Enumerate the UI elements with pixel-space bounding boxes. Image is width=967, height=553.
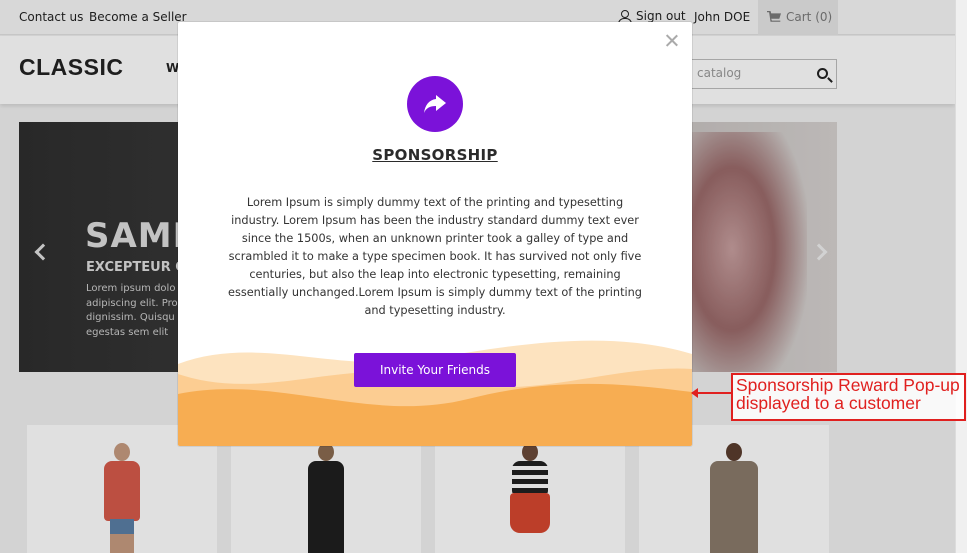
- close-icon[interactable]: [664, 33, 679, 48]
- sponsorship-popup: SPONSORSHIP Lorem Ipsum is simply dummy …: [178, 22, 692, 446]
- page-scrollbar[interactable]: [955, 0, 967, 553]
- popup-title: SPONSORSHIP: [372, 146, 498, 164]
- invite-friends-button[interactable]: Invite Your Friends: [354, 353, 516, 387]
- annotation-label: Sponsorship Reward Pop-up displayed to a…: [731, 373, 966, 421]
- share-arrow-icon: [407, 76, 463, 132]
- annotation-arrow: [691, 388, 732, 398]
- wave-decoration: [178, 340, 692, 446]
- popup-description: Lorem Ipsum is simply dummy text of the …: [228, 196, 642, 317]
